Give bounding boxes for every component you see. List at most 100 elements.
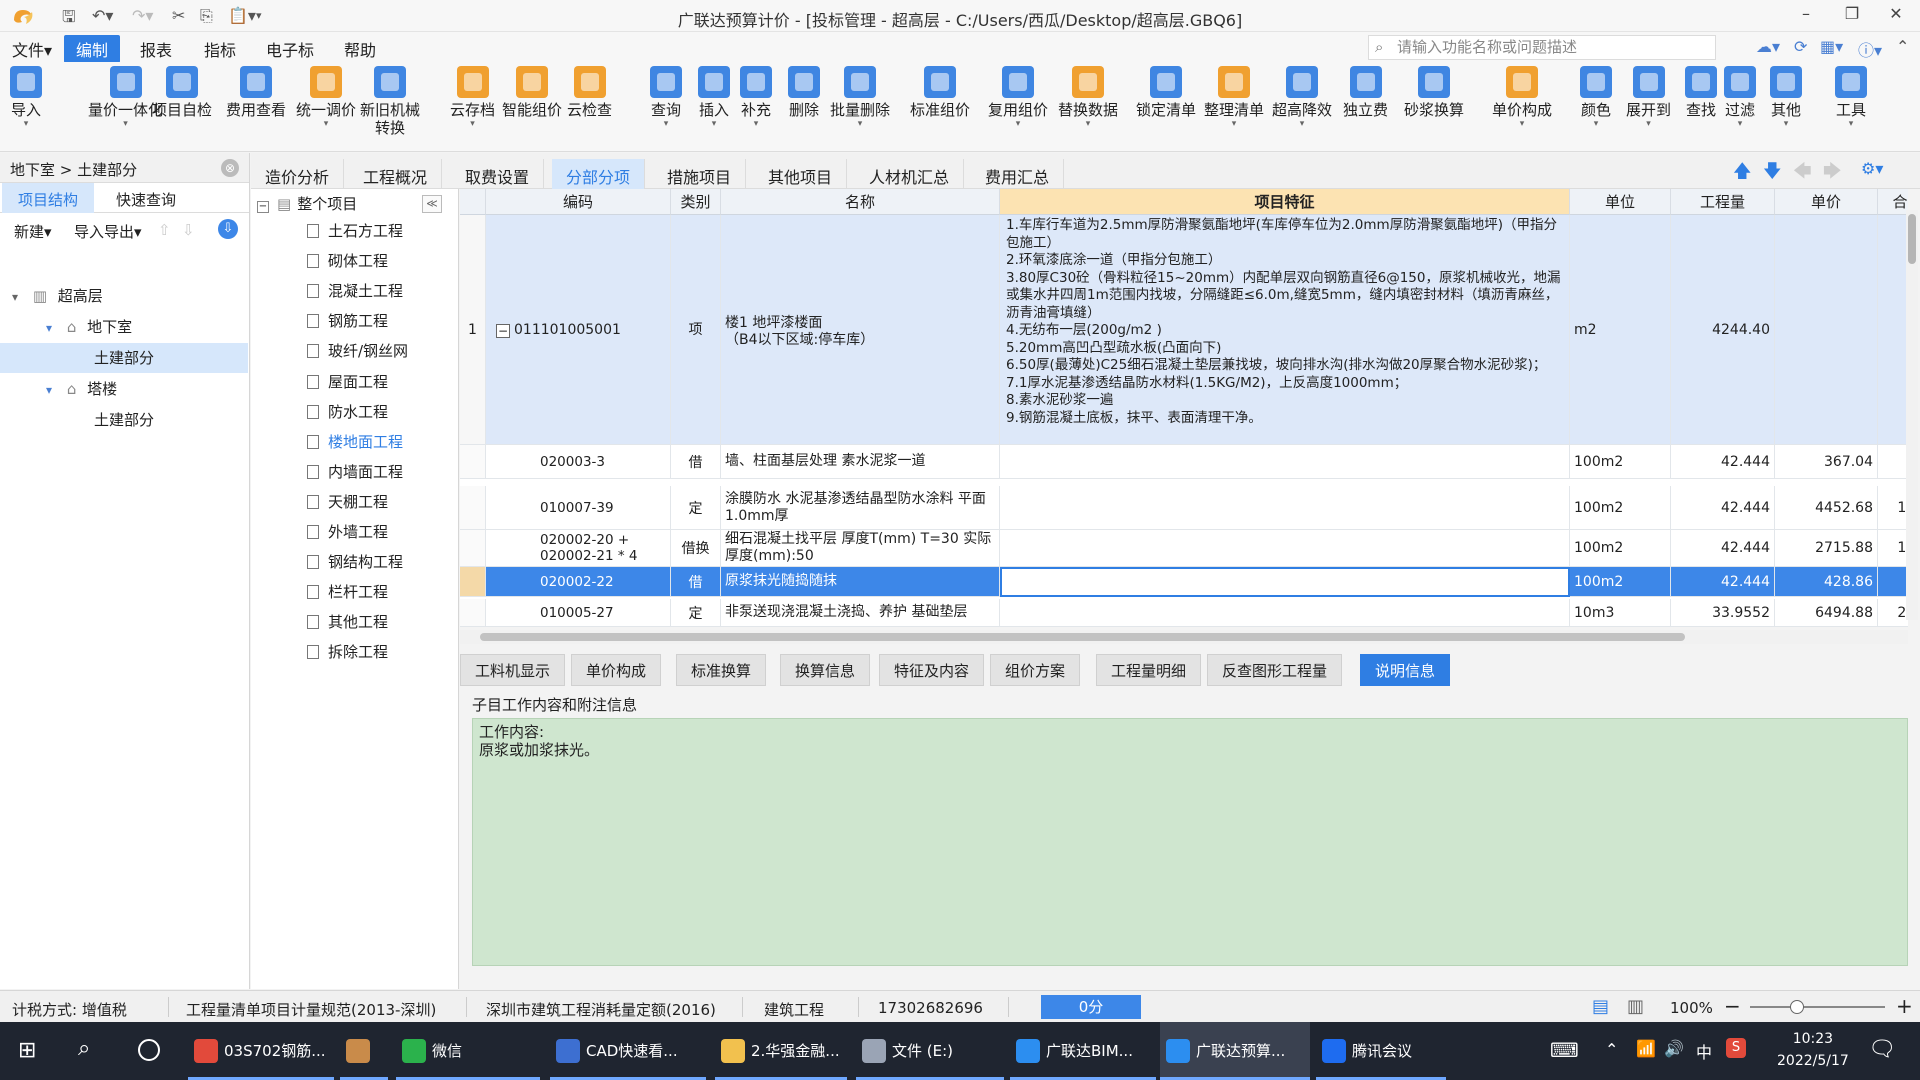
tab-project-overview[interactable]: 工程概况 — [349, 159, 443, 189]
type-cell[interactable]: 借换 — [671, 530, 721, 567]
tools-button[interactable]: 工具 ▾ — [1835, 66, 1867, 129]
code-cell[interactable]: 010007-39 — [486, 486, 671, 530]
windows-start-icon[interactable]: ⊞ — [18, 1038, 36, 1063]
dropdown-arrow-icon[interactable]: ▾ — [450, 119, 495, 129]
tree-node-basement[interactable]: ▾ ⌂ 地下室 — [0, 312, 250, 342]
tab-standard-convert[interactable]: 标准换算 — [676, 654, 767, 686]
dropdown-arrow-icon[interactable]: ▾ — [1770, 119, 1802, 129]
standard-pricing-button[interactable]: 标准组价 — [910, 66, 970, 119]
minimize-button[interactable]: – — [1786, 4, 1826, 23]
import-button[interactable]: 导入 ▾ — [10, 66, 42, 129]
menu-index[interactable]: 指标 — [204, 37, 236, 61]
taskbar-app-cad-viewer[interactable]: CAD快速看... — [550, 1022, 706, 1080]
move-down-icon[interactable]: ⇩ — [182, 221, 195, 239]
quantity-cell[interactable]: 42.444 — [1671, 445, 1775, 479]
cloud-check-button[interactable]: 云检查 — [567, 66, 612, 119]
category-item[interactable]: 钢结构工程 — [307, 547, 403, 577]
list-view-icon[interactable]: ▤ — [1592, 996, 1609, 1017]
tab-labor-material-summary[interactable]: 人材机汇总 — [855, 159, 965, 189]
delete-button[interactable]: 删除 — [788, 66, 820, 119]
type-cell[interactable]: 项 — [671, 215, 721, 445]
tab-reverse-graph-quantity[interactable]: 反查图形工程量 — [1207, 654, 1343, 686]
reuse-pricing-button[interactable]: 复用组价 ▾ — [988, 66, 1048, 129]
taskbar-app-paint[interactable] — [340, 1022, 388, 1080]
feature-cell[interactable] — [1000, 567, 1570, 597]
header-unit[interactable]: 单位 — [1570, 189, 1671, 215]
close-button[interactable]: ✕ — [1876, 4, 1916, 23]
function-search-input[interactable]: ⌕ 请输入功能名称或问题描述 — [1368, 35, 1716, 60]
dropdown-arrow-icon[interactable]: ▾ — [830, 119, 890, 129]
dropdown-arrow-icon[interactable]: ▾ — [296, 119, 356, 129]
dropdown-arrow-icon[interactable]: ▾ — [1058, 119, 1118, 129]
keyboard-icon[interactable]: ⌨ — [1550, 1038, 1579, 1062]
smart-pricing-button[interactable]: 智能组价 — [502, 66, 562, 119]
apps-icon[interactable]: ▦▾ — [1820, 37, 1843, 56]
zoom-slider[interactable] — [1750, 1006, 1885, 1008]
color-button[interactable]: 颜色 ▾ — [1580, 66, 1612, 129]
total-cell[interactable]: 182 — [1878, 567, 1908, 597]
total-cell[interactable]: 2205 — [1878, 599, 1908, 627]
header-feature[interactable]: 项目特征 — [1000, 189, 1570, 215]
vertical-scrollbar[interactable] — [1906, 210, 1918, 620]
service-icon[interactable]: ☁▾ — [1756, 37, 1780, 56]
taskbar-app-wechat[interactable]: 微信 — [396, 1022, 540, 1080]
detail-text-area[interactable]: 工作内容: 原浆或加浆抹光。 — [472, 718, 1908, 966]
collapse-icon[interactable]: − — [257, 201, 269, 213]
type-cell[interactable]: 定 — [671, 486, 721, 530]
move-right-arrow-icon[interactable]: 🡆 — [1823, 159, 1842, 189]
tab-quick-search[interactable]: 快速查询 — [100, 183, 192, 213]
quantity-cell[interactable]: 4244.40 — [1671, 215, 1775, 445]
unit-price-cell[interactable]: 2715.88 — [1775, 530, 1878, 567]
name-cell[interactable]: 楼1 地坪漆楼面 （B4以下区域:停车库） — [721, 215, 1000, 445]
quantity-cell[interactable]: 33.9552 — [1671, 599, 1775, 627]
category-item[interactable]: 内墙面工程 — [307, 457, 403, 487]
self-check-button[interactable]: 项目自检 — [152, 66, 212, 119]
dropdown-arrow-icon[interactable]: ▾ — [1626, 119, 1671, 129]
tab-quantity-detail[interactable]: 工程量明细 — [1096, 654, 1202, 686]
taskbar-app-chrome[interactable]: 03S702钢筋... — [188, 1022, 334, 1080]
unit-cell[interactable]: 10m3 — [1570, 599, 1671, 627]
find-button[interactable]: 查找 — [1685, 66, 1717, 119]
category-item[interactable]: 砌体工程 — [307, 246, 388, 276]
network-icon[interactable]: 📶 — [1636, 1039, 1656, 1058]
tab-unit-price-structure[interactable]: 单价构成 — [571, 654, 662, 686]
menu-help[interactable]: 帮助 — [344, 37, 376, 61]
unit-price-cell[interactable]: 428.86 — [1775, 567, 1878, 597]
total-cell[interactable]: 155 — [1878, 445, 1908, 479]
column-view-icon[interactable]: ▥ — [1627, 996, 1644, 1017]
expand-icon[interactable]: ▾ — [46, 383, 52, 397]
new-button[interactable]: 新建▾ — [14, 221, 52, 242]
feature-cell[interactable] — [1000, 486, 1570, 530]
notification-icon[interactable]: 🗨 — [1868, 1037, 1896, 1062]
header-name[interactable]: 名称 — [721, 189, 1000, 215]
tab-description-info[interactable]: 说明信息 — [1360, 654, 1451, 686]
arrange-list-button[interactable]: 整理清单 ▾ — [1204, 66, 1264, 129]
name-cell[interactable]: 涂膜防水 水泥基渗透结晶型防水涂料 平面 1.0mm厚 — [721, 486, 1000, 530]
quantity-cell[interactable]: 42.444 — [1671, 530, 1775, 567]
menu-file[interactable]: 文件▾ — [12, 37, 52, 61]
dropdown-arrow-icon[interactable]: ▾ — [988, 119, 1048, 129]
total-cell[interactable]: 1152 — [1878, 530, 1908, 567]
tab-fee-summary[interactable]: 费用汇总 — [971, 159, 1065, 189]
move-up-arrow-icon[interactable]: 🡅 — [1733, 159, 1752, 189]
expand-to-button[interactable]: 展开到 ▾ — [1626, 66, 1671, 129]
collapse-ribbon-icon[interactable]: ⌃ — [1896, 37, 1909, 56]
category-item[interactable]: 外墙工程 — [307, 517, 388, 547]
category-item[interactable]: 防水工程 — [307, 397, 388, 427]
machine-convert-button[interactable]: 新旧机械 转换 — [360, 66, 420, 137]
tree-node-tower[interactable]: ▾ ⌂ 塔楼 — [0, 374, 250, 404]
super-height-button[interactable]: 超高降效 ▾ — [1272, 66, 1332, 129]
clock[interactable]: 10:23 2022/5/17 — [1777, 1028, 1849, 1072]
cloud-archive-button[interactable]: 云存档 ▾ — [450, 66, 495, 129]
taskbar-app-folder-finance[interactable]: 2.华强金融... — [715, 1022, 847, 1080]
dropdown-arrow-icon[interactable]: ▾ — [1272, 119, 1332, 129]
dropdown-arrow-icon[interactable]: ▾ — [1204, 119, 1264, 129]
replace-data-button[interactable]: 替换数据 ▾ — [1058, 66, 1118, 129]
tree-node-root[interactable]: ▾ ▥ 超高层 — [0, 281, 250, 311]
unit-price-cell[interactable]: 4452.68 — [1775, 486, 1878, 530]
feature-cell[interactable] — [1000, 599, 1570, 627]
menu-e-bid[interactable]: 电子标 — [266, 37, 314, 61]
code-cell[interactable]: 020003-3 — [486, 445, 671, 479]
tab-cost-analysis[interactable]: 造价分析 — [251, 159, 345, 189]
zoom-out-icon[interactable]: − — [1724, 994, 1741, 1018]
